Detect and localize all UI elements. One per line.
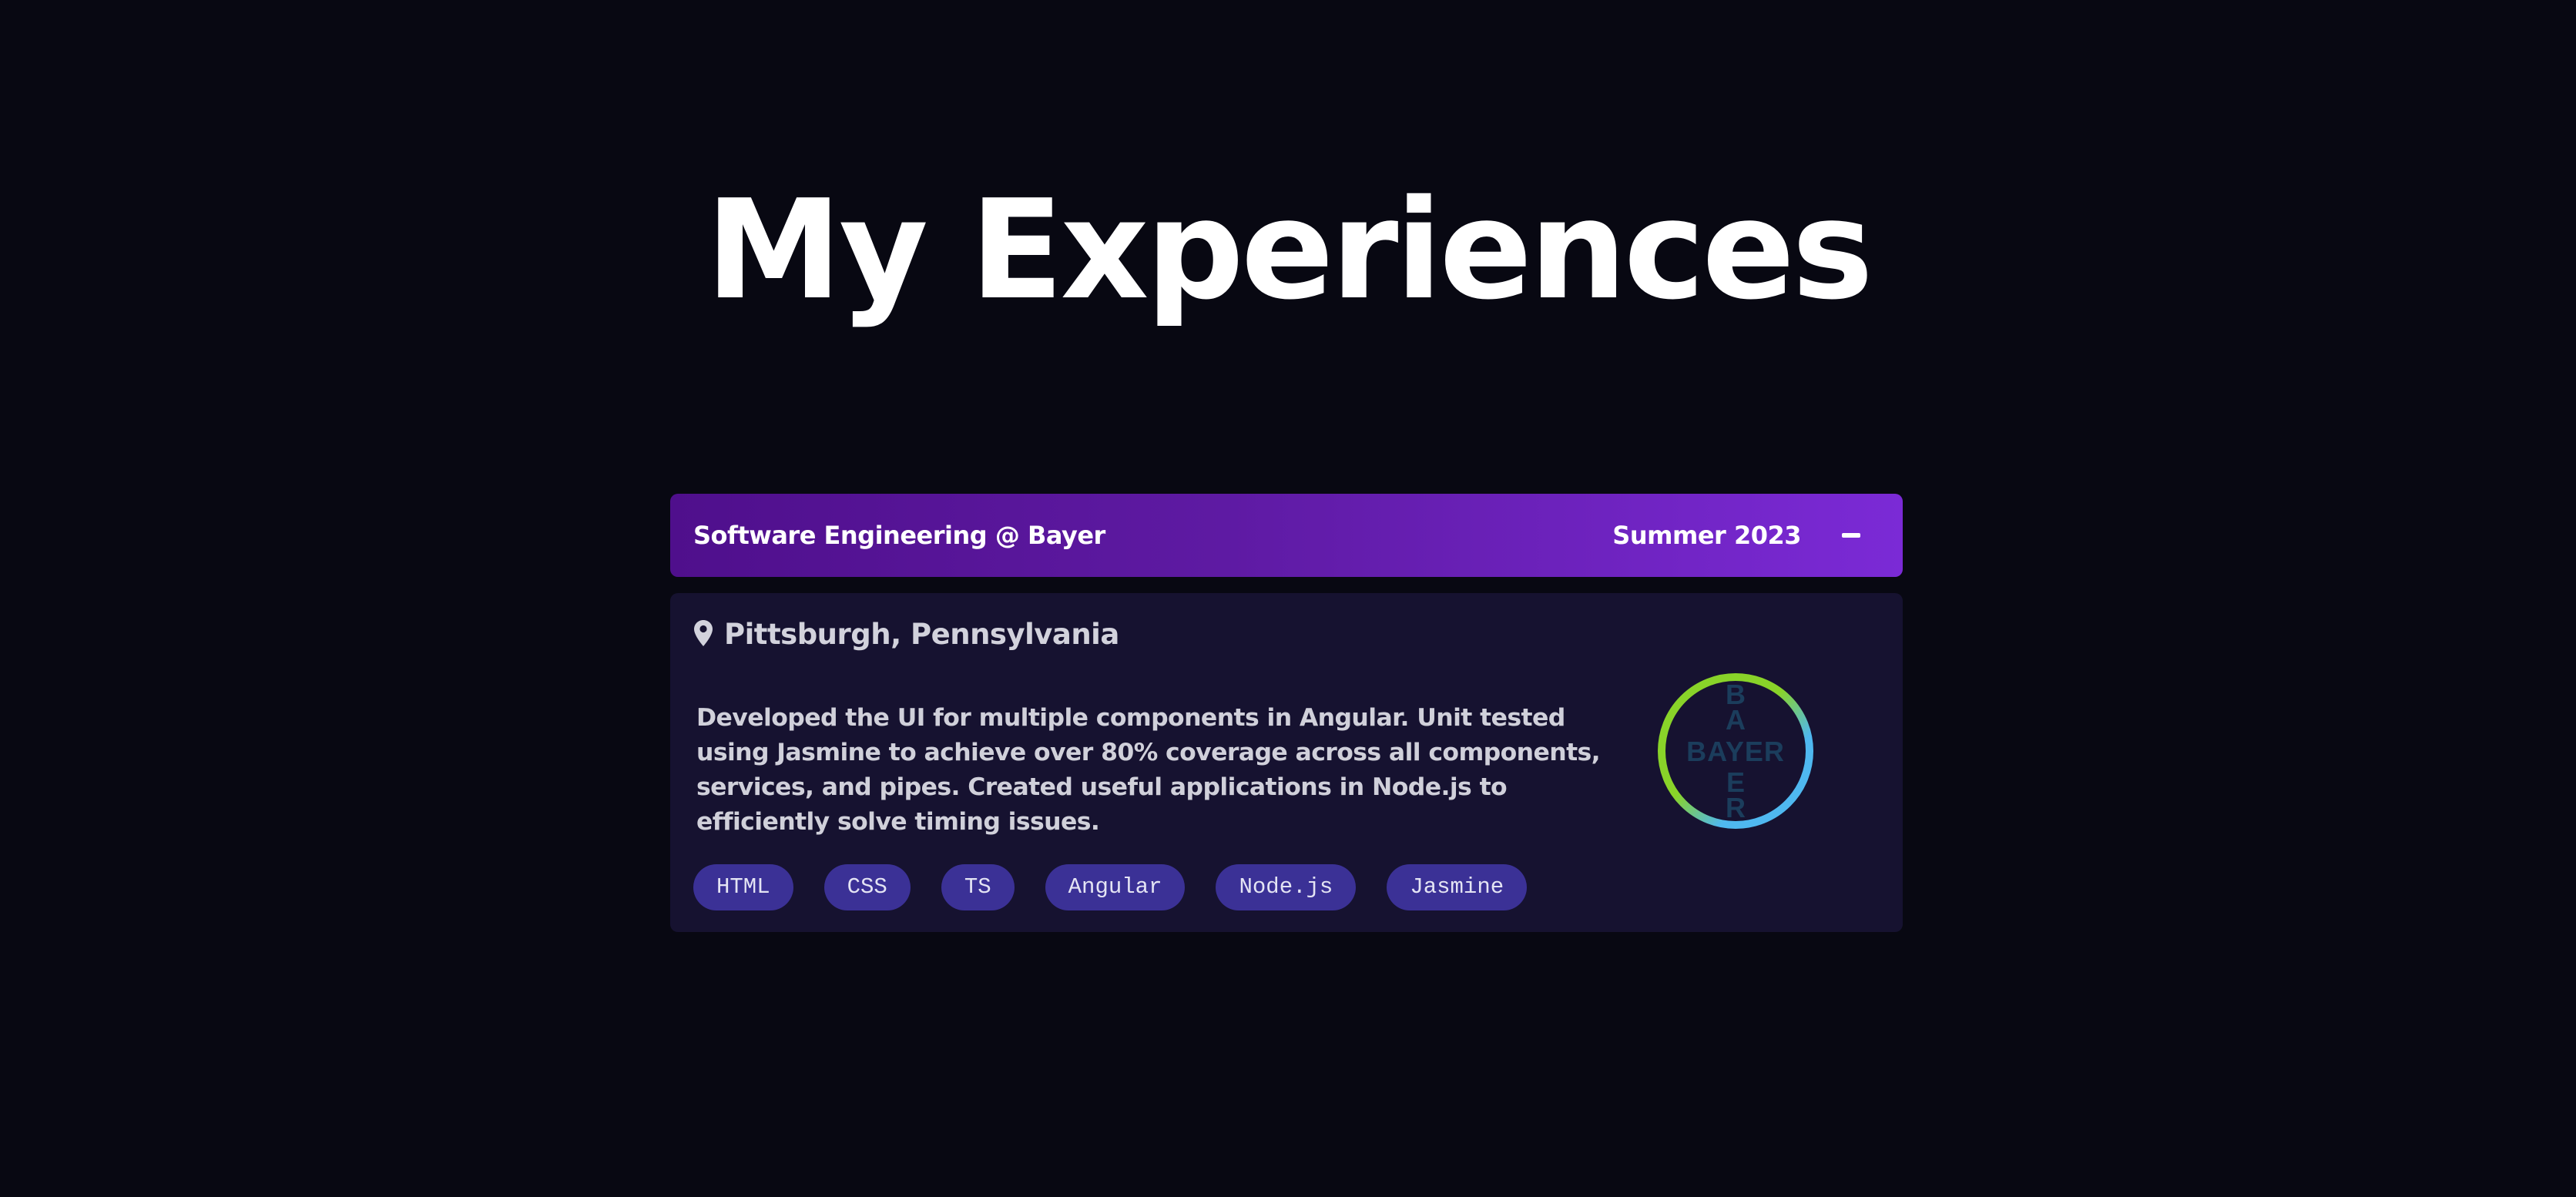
skill-tag-html: HTML [693,864,793,910]
bayer-logo: B A BAYER E R [1655,670,1816,832]
experience-date: Summer 2023 [1612,521,1801,550]
logo-letter-v2: A [1726,704,1746,736]
experience-role: Software Engineering @ Bayer [693,521,1105,550]
skill-tag-angular: Angular [1045,864,1186,910]
experience-description: Developed the UI for multiple components… [696,704,1601,836]
experiences-page: My Experiences Software Engineering @ Ba… [0,0,2576,1197]
logo-word: BAYER [1686,736,1785,767]
skill-tag-nodejs: Node.js [1216,864,1357,910]
experience-header-right: Summer 2023 [1612,516,1880,555]
skill-tags: HTML CSS TS Angular Node.js Jasmine [693,864,1528,910]
experience-header[interactable]: Software Engineering @ Bayer Summer 2023 [670,494,1903,577]
skill-tag-jasmine: Jasmine [1387,864,1528,910]
logo-letter-v5: R [1726,792,1746,823]
location-text: Pittsburgh, Pennsylvania [724,618,1119,651]
minus-icon[interactable] [1832,516,1870,555]
skill-tag-css: CSS [823,864,911,910]
page-title: My Experiences [705,170,1873,330]
skill-tag-ts: TS [941,864,1015,910]
map-pin-icon [693,619,713,650]
experience-details: Pittsburgh, Pennsylvania Developed the U… [670,593,1903,932]
experience-location: Pittsburgh, Pennsylvania [693,618,1119,651]
